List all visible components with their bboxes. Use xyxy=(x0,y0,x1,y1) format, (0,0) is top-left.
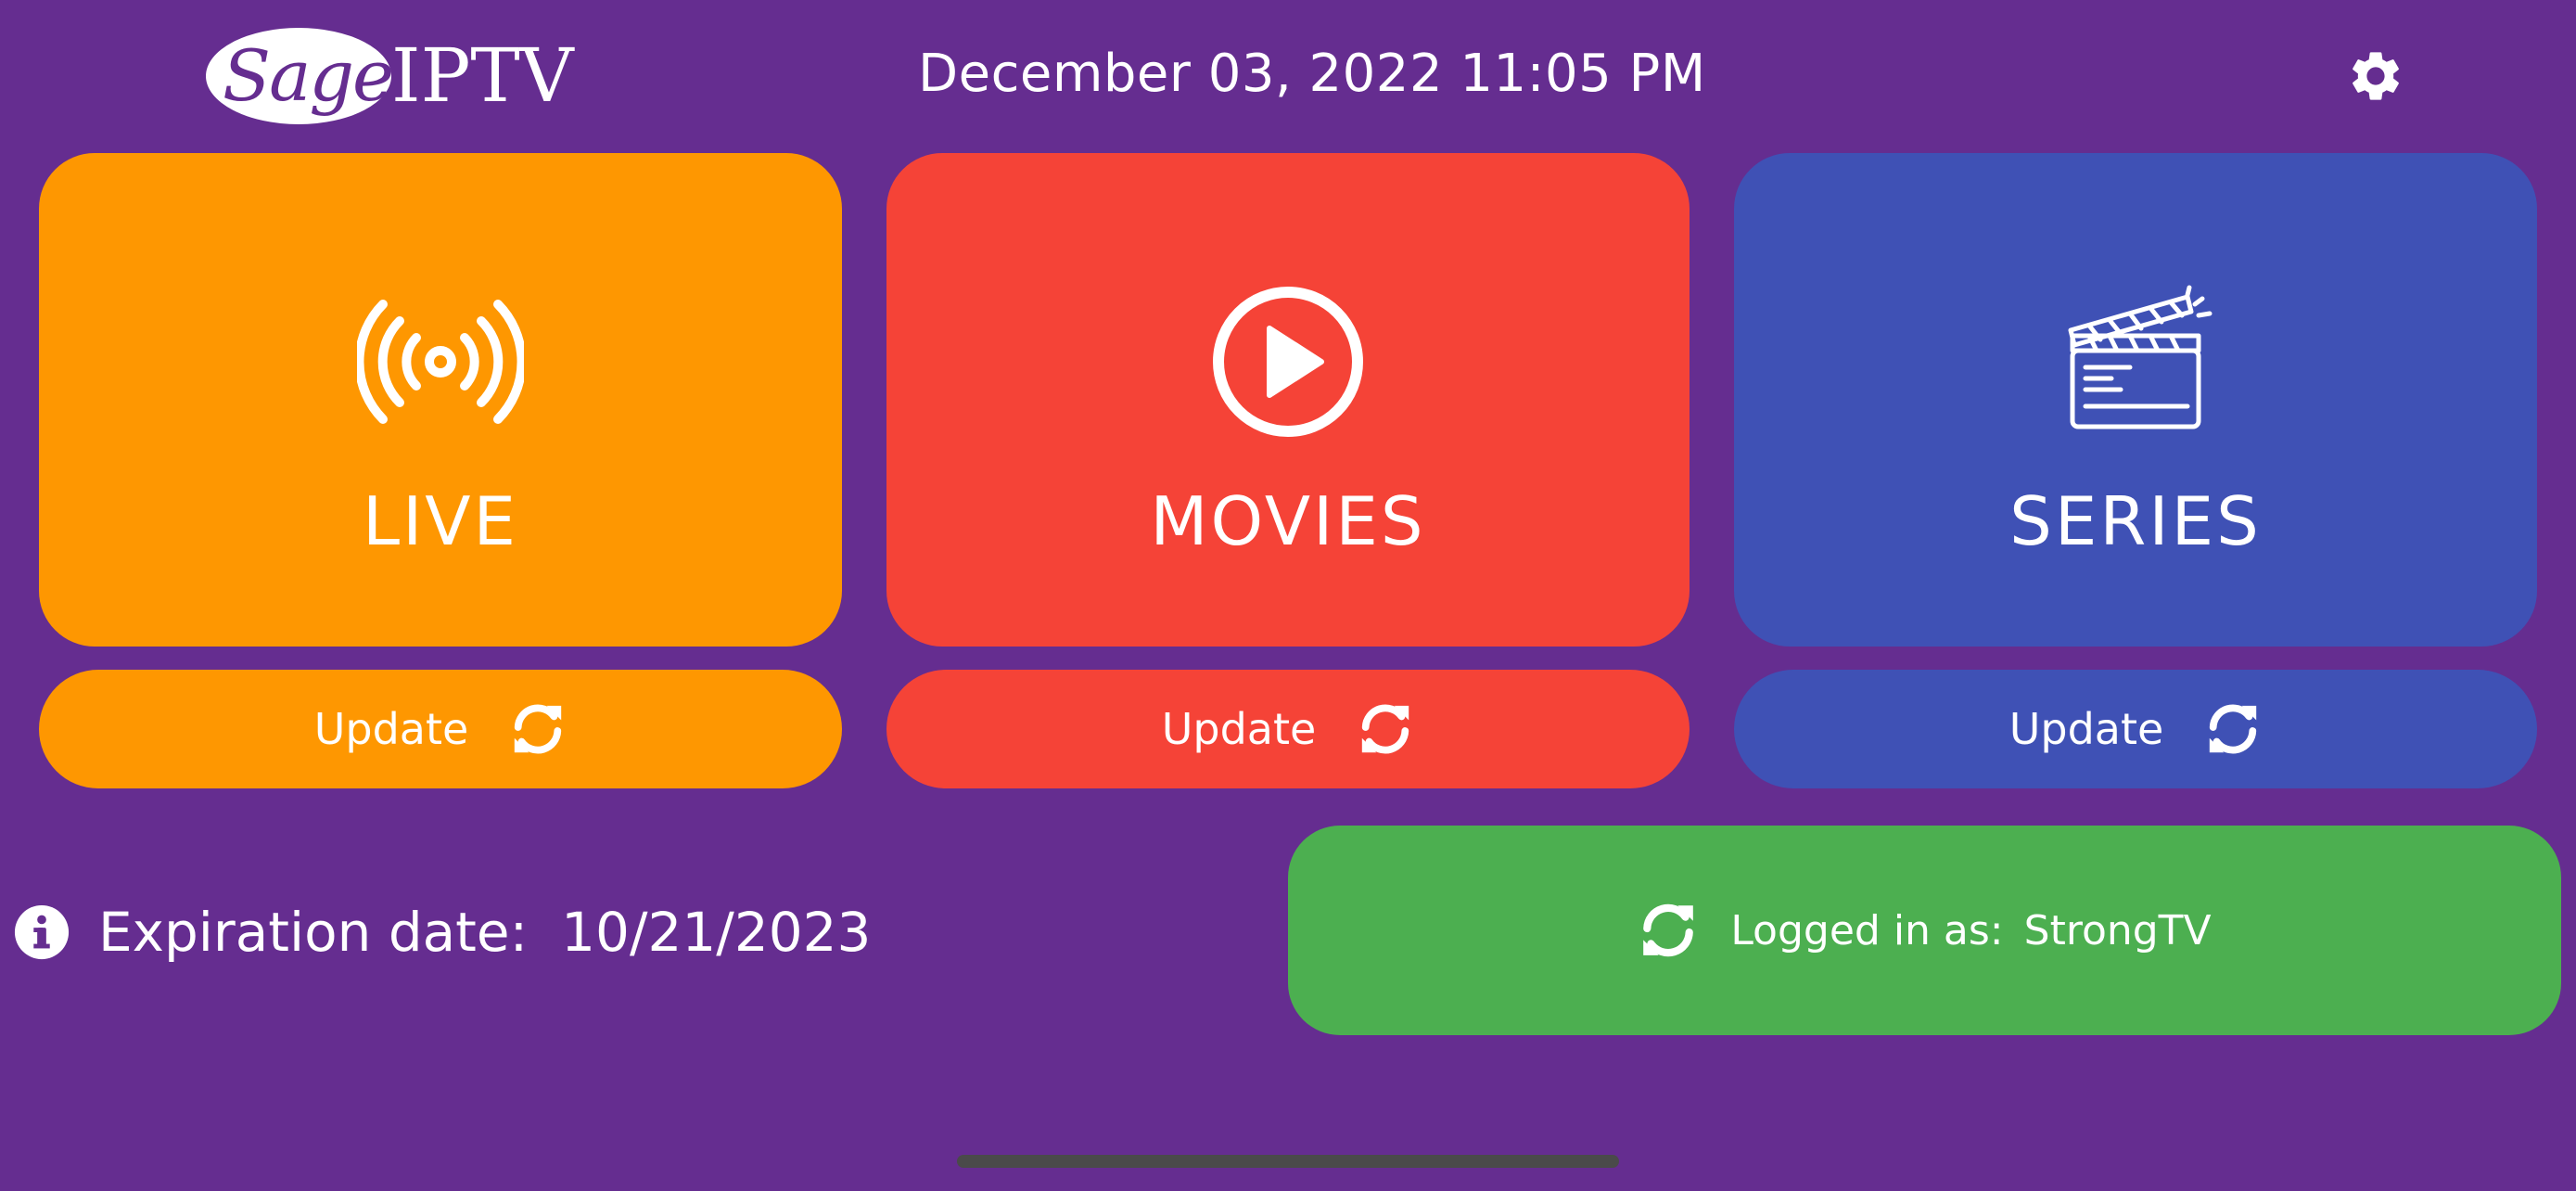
sync-icon xyxy=(2210,704,2257,754)
live-tile[interactable]: LIVE xyxy=(39,153,842,647)
live-update-button[interactable]: Update xyxy=(39,670,842,788)
live-label: LIVE xyxy=(362,482,519,560)
sync-icon xyxy=(1643,903,1694,957)
play-circle-icon xyxy=(1213,287,1363,437)
expiration-label: Expiration date: xyxy=(98,901,529,964)
movies-tile[interactable]: MOVIES xyxy=(886,153,1690,647)
logo-sage-text: Sage xyxy=(223,34,394,117)
home-indicator[interactable] xyxy=(957,1155,1619,1168)
update-label: Update xyxy=(2009,704,2164,754)
home-screen: Sage IPTV December 03, 2022 11:05 PM LIV… xyxy=(0,0,2576,1191)
current-datetime: December 03, 2022 11:05 PM xyxy=(918,44,1706,104)
expiration-value: 10/21/2023 xyxy=(561,901,872,964)
app-logo: Sage IPTV xyxy=(206,24,574,128)
update-label: Update xyxy=(313,704,469,754)
settings-button[interactable] xyxy=(2346,46,2405,106)
series-update-button[interactable]: Update xyxy=(1734,670,2537,788)
sync-icon xyxy=(1362,704,1409,754)
expiration-info: Expiration date: 10/21/2023 xyxy=(13,895,871,969)
account-button[interactable]: Logged in as: StrongTV xyxy=(1288,826,2561,1035)
update-label: Update xyxy=(1161,704,1317,754)
login-label: Logged in as: xyxy=(1730,906,2004,954)
movies-label: MOVIES xyxy=(1150,482,1426,560)
series-label: SERIES xyxy=(2009,482,2262,560)
broadcast-icon xyxy=(357,300,524,424)
gear-icon xyxy=(2353,52,2399,100)
login-username: StrongTV xyxy=(2023,906,2212,954)
info-icon xyxy=(14,904,70,960)
logo-iptv-text: IPTV xyxy=(391,32,574,119)
movies-update-button[interactable]: Update xyxy=(886,670,1690,788)
series-tile[interactable]: SERIES xyxy=(1734,153,2537,647)
clapperboard-icon xyxy=(2068,285,2213,429)
sync-icon xyxy=(515,704,562,754)
